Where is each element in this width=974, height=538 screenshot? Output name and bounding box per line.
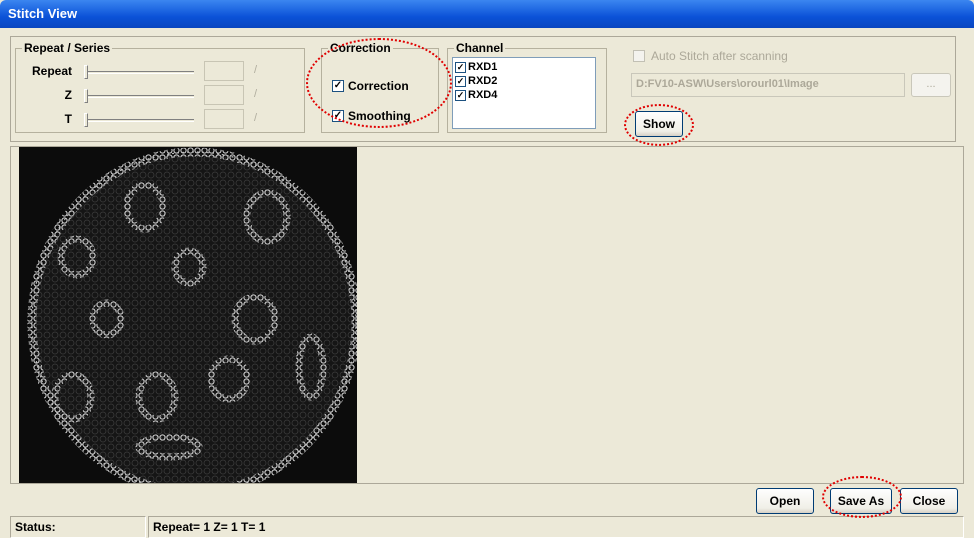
browse-button[interactable]: ... — [911, 73, 951, 97]
repeat-value-field[interactable] — [204, 61, 244, 81]
image-path-field[interactable]: D:FV10-ASW\Users\orourl01\Image — [631, 73, 905, 97]
repeat-slider-track[interactable] — [84, 71, 194, 74]
channel-rxd2-checkbox[interactable]: ✓ — [455, 75, 466, 87]
z-slider-label: Z — [64, 88, 72, 102]
t-slider-row: T / — [26, 109, 296, 131]
repeat-series-legend: Repeat / Series — [24, 41, 111, 55]
correction-checkbox-label: Correction — [348, 79, 409, 93]
stitched-image — [19, 147, 357, 483]
auto-stitch-checkbox[interactable] — [633, 50, 645, 62]
open-button[interactable]: Open — [756, 488, 814, 514]
z-value-field[interactable] — [204, 85, 244, 105]
t-slider-label: T — [64, 112, 72, 126]
z-separator: / — [254, 88, 258, 100]
repeat-separator: / — [254, 64, 258, 76]
repeat-slider-row: Repeat / — [26, 61, 296, 83]
status-value: Repeat= 1 Z= 1 T= 1 — [148, 516, 964, 538]
channel-rxd2-label: RXD2 — [468, 75, 498, 87]
channel-item-rxd1[interactable]: ✓ RXD1 — [455, 60, 593, 74]
channel-rxd4-checkbox[interactable]: ✓ — [455, 89, 466, 101]
auto-stitch-row[interactable]: Auto Stitch after scanning — [633, 49, 788, 63]
repeat-slider-label: Repeat — [31, 64, 72, 78]
action-bar: Open Save As Close — [10, 486, 964, 516]
correction-legend: Correction — [330, 41, 391, 55]
z-slider-track[interactable] — [84, 95, 194, 98]
repeat-slider-thumb[interactable] — [84, 65, 88, 79]
t-slider-track[interactable] — [84, 119, 194, 122]
z-slider-thumb[interactable] — [84, 89, 88, 103]
repeat-series-group: Repeat / Series Repeat / Z / T / — [15, 41, 305, 133]
correction-checkbox[interactable]: ✓ — [332, 80, 344, 92]
stitch-view-window: Repeat / Series Repeat / Z / T / Correct… — [2, 28, 972, 538]
channel-legend: Channel — [456, 41, 504, 55]
smoothing-checkbox-label: Smoothing — [348, 109, 411, 123]
smoothing-checkbox[interactable]: ✓ — [332, 110, 344, 122]
window-title: Stitch View — [0, 0, 974, 28]
t-separator: / — [254, 112, 258, 124]
t-value-field[interactable] — [204, 109, 244, 129]
show-button[interactable]: Show — [635, 111, 683, 137]
smoothing-checkbox-row[interactable]: ✓ Smoothing — [332, 109, 411, 123]
channel-rxd4-label: RXD4 — [468, 89, 498, 101]
channel-rxd1-checkbox[interactable]: ✓ — [455, 61, 466, 73]
settings-panel: Repeat / Series Repeat / Z / T / Correct… — [10, 36, 956, 142]
microscopy-image-graphic — [19, 147, 357, 483]
channel-item-rxd4[interactable]: ✓ RXD4 — [455, 88, 593, 102]
channel-group: Channel ✓ RXD1 ✓ RXD2 ✓ RXD4 — [447, 41, 607, 133]
stitch-viewer — [10, 146, 964, 484]
z-slider-row: Z / — [26, 85, 296, 107]
channel-list[interactable]: ✓ RXD1 ✓ RXD2 ✓ RXD4 — [452, 57, 596, 129]
close-button[interactable]: Close — [900, 488, 958, 514]
status-bar: Status: Repeat= 1 Z= 1 T= 1 — [10, 516, 964, 538]
channel-item-rxd2[interactable]: ✓ RXD2 — [455, 74, 593, 88]
correction-group: Correction ✓ Correction ✓ Smoothing — [321, 41, 439, 133]
save-as-button[interactable]: Save As — [830, 488, 892, 514]
correction-checkbox-row[interactable]: ✓ Correction — [332, 79, 409, 93]
t-slider-thumb[interactable] — [84, 113, 88, 127]
status-label: Status: — [10, 516, 146, 538]
channel-rxd1-label: RXD1 — [468, 61, 498, 73]
auto-stitch-label: Auto Stitch after scanning — [651, 49, 788, 63]
